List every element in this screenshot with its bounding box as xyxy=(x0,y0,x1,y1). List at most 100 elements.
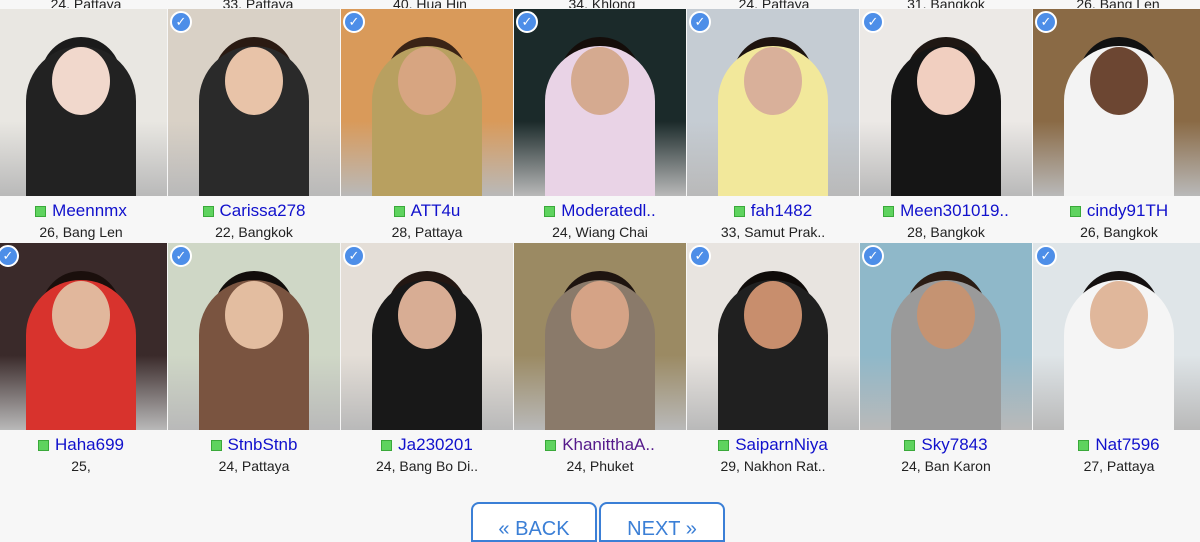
profile-card[interactable]: Meennmx 26, Bang Len xyxy=(0,9,167,243)
profile-info: 27, Pattaya xyxy=(1083,458,1155,474)
online-status-icon xyxy=(202,205,214,217)
profile-photo[interactable]: ✓ xyxy=(168,243,340,430)
profile-card[interactable]: ✓ Ja230201 24, Bang Bo Di.. xyxy=(341,243,513,477)
profile-photo[interactable]: ✓ xyxy=(0,243,167,430)
username-link[interactable]: Haha699 xyxy=(55,435,124,455)
profile-card[interactable]: ✓ SaiparnNiya 29, Nakhon Rat.. xyxy=(687,243,859,477)
profile-info: 26, Bang Len xyxy=(39,224,123,240)
profile-photo[interactable] xyxy=(0,9,167,196)
verified-badge-icon: ✓ xyxy=(170,11,192,33)
profile-info: 24, Ban Karon xyxy=(901,458,991,474)
username-link[interactable]: SaiparnNiya xyxy=(735,435,828,455)
username-link[interactable]: cindy91TH xyxy=(1087,201,1168,221)
profile-photo[interactable]: ✓ xyxy=(1033,9,1200,196)
name-row: Haha699 xyxy=(0,432,167,458)
verified-badge-icon: ✓ xyxy=(689,11,711,33)
verified-badge-icon: ✓ xyxy=(343,245,365,267)
person-face xyxy=(744,47,802,115)
name-row: fah1482 xyxy=(687,198,859,224)
person-face xyxy=(1090,281,1148,349)
profile-card[interactable]: ✓ ATT4u 28, Pattaya xyxy=(341,9,513,243)
profile-photo[interactable]: ✓ xyxy=(514,9,686,196)
name-row: Meen301019.. xyxy=(860,198,1032,224)
back-button[interactable]: « BACK xyxy=(471,502,597,542)
profile-card[interactable]: ✓ Meen301019.. 28, Bangkok xyxy=(860,9,1032,243)
profile-card[interactable]: ✓ fah1482 33, Samut Prak.. xyxy=(687,9,859,243)
verified-badge-icon: ✓ xyxy=(689,245,711,267)
name-row: cindy91TH xyxy=(1033,198,1200,224)
person-face xyxy=(571,281,629,349)
profile-photo[interactable]: ✓ xyxy=(168,9,340,196)
profile-info: 29, Nakhon Rat.. xyxy=(720,458,826,474)
online-status-icon xyxy=(37,439,49,451)
online-status-icon xyxy=(883,205,895,217)
profile-info: 24, Bang Bo Di.. xyxy=(376,458,478,474)
profile-card[interactable]: KhanitthaA.. 24, Phuket xyxy=(514,243,686,477)
profile-card[interactable]: ✓ cindy91TH 26, Bangkok xyxy=(1033,9,1200,243)
profile-photo[interactable]: ✓ xyxy=(341,9,513,196)
name-row: Sky7843 xyxy=(860,432,1032,458)
online-status-icon xyxy=(718,439,730,451)
name-row: Carissa278 xyxy=(168,198,340,224)
profile-grid: Meennmx 26, Bang Len ✓ Carissa278 22, Bangko… xyxy=(0,9,1200,477)
profile-info: 31, Bangkok xyxy=(907,0,985,8)
name-row: SaiparnNiya xyxy=(687,432,859,458)
profile-card[interactable]: ✓ Moderatedl.. 24, Wiang Chai xyxy=(514,9,686,243)
profile-card[interactable]: ✓ Sky7843 24, Ban Karon xyxy=(860,243,1032,477)
name-row: StnbStnb xyxy=(168,432,340,458)
profile-photo[interactable] xyxy=(514,243,686,430)
profile-photo[interactable]: ✓ xyxy=(860,243,1032,430)
username-link[interactable]: ATT4u xyxy=(411,201,461,221)
profile-photo[interactable]: ✓ xyxy=(341,243,513,430)
username-link[interactable]: fah1482 xyxy=(751,201,812,221)
profile-info: 22, Bangkok xyxy=(215,224,293,240)
person-face xyxy=(571,47,629,115)
person-face xyxy=(398,281,456,349)
username-link[interactable]: Meen301019.. xyxy=(900,201,1009,221)
online-status-icon xyxy=(35,205,47,217)
name-row: KhanitthaA.. xyxy=(514,432,686,458)
profile-card[interactable]: ✓ Haha699 25, xyxy=(0,243,167,477)
profile-card[interactable]: ✓ StnbStnb 24, Pattaya xyxy=(168,243,340,477)
pagination: « BACK NEXT » xyxy=(471,502,725,542)
previous-row-info-strip: 24, Pattaya 33, Pattaya 40, Hua Hin 34, … xyxy=(0,0,1200,8)
profile-photo[interactable]: ✓ xyxy=(687,243,859,430)
verified-badge-icon: ✓ xyxy=(1035,245,1057,267)
profile-info: 26, Bang Len xyxy=(1076,0,1160,8)
next-button[interactable]: NEXT » xyxy=(599,502,725,542)
username-link[interactable]: Sky7843 xyxy=(921,435,987,455)
username-link[interactable]: KhanitthaA.. xyxy=(562,435,655,455)
name-row: Meennmx xyxy=(0,198,167,224)
profile-info: 28, Pattaya xyxy=(391,224,463,240)
username-link[interactable]: Meennmx xyxy=(52,201,127,221)
name-row: Ja230201 xyxy=(341,432,513,458)
profile-photo[interactable]: ✓ xyxy=(860,9,1032,196)
username-link[interactable]: Carissa278 xyxy=(220,201,306,221)
profile-info: 24, Wiang Chai xyxy=(552,224,648,240)
profile-card[interactable]: ✓ Carissa278 22, Bangkok xyxy=(168,9,340,243)
profile-info: 40, Hua Hin xyxy=(393,0,467,8)
username-link[interactable]: StnbStnb xyxy=(228,435,298,455)
online-status-icon xyxy=(733,205,745,217)
profile-info: 34, Khlong xyxy=(568,0,636,8)
online-status-icon xyxy=(393,205,405,217)
profile-info: 25, xyxy=(71,458,91,474)
name-row: Nat7596 xyxy=(1033,432,1200,458)
person-face xyxy=(1090,47,1148,115)
name-row: ATT4u xyxy=(341,198,513,224)
profile-info: 33, Pattaya xyxy=(222,0,294,8)
verified-badge-icon: ✓ xyxy=(1035,11,1057,33)
profile-card[interactable]: ✓ Nat7596 27, Pattaya xyxy=(1033,243,1200,477)
username-link[interactable]: Ja230201 xyxy=(398,435,473,455)
profile-info: 26, Bangkok xyxy=(1080,224,1158,240)
online-status-icon xyxy=(904,439,916,451)
profile-photo[interactable]: ✓ xyxy=(687,9,859,196)
username-link[interactable]: Moderatedl.. xyxy=(561,201,656,221)
verified-badge-icon: ✓ xyxy=(862,11,884,33)
verified-badge-icon: ✓ xyxy=(862,245,884,267)
person-face xyxy=(225,47,283,115)
profile-info: 24, Pattaya xyxy=(738,0,810,8)
username-link[interactable]: Nat7596 xyxy=(1095,435,1159,455)
online-status-icon xyxy=(210,439,222,451)
profile-photo[interactable]: ✓ xyxy=(1033,243,1200,430)
